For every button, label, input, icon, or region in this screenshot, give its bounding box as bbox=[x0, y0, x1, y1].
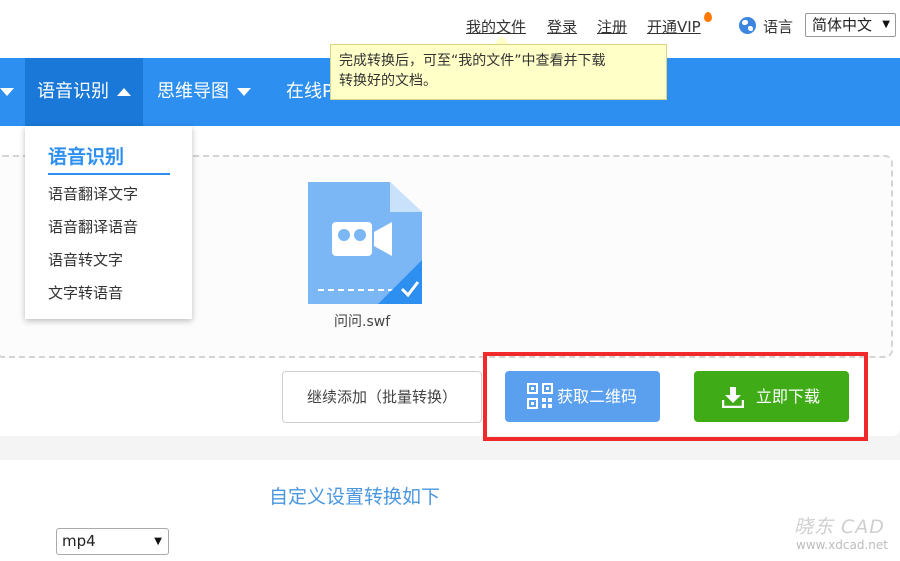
caret-down-icon bbox=[0, 88, 14, 96]
dropdown-item-text-to-speech[interactable]: 文字转语音 bbox=[48, 282, 123, 303]
vip-link[interactable]: 开通VIP bbox=[647, 16, 701, 37]
nav-prev-menu[interactable] bbox=[0, 58, 16, 126]
my-files-link[interactable]: 我的文件 bbox=[466, 16, 526, 37]
nav-item-label: 语音识别 bbox=[37, 81, 109, 102]
watermark-logo: 晓东 CAD bbox=[794, 516, 885, 538]
nav-item-label: 思维导图 bbox=[157, 81, 229, 102]
tooltip-line-2: 转换好的文档。 bbox=[339, 73, 437, 89]
video-file-icon bbox=[308, 182, 422, 304]
login-link[interactable]: 登录 bbox=[547, 16, 577, 37]
file-name: 问问.swf bbox=[334, 314, 391, 330]
output-format-select[interactable]: mp4 ▼ bbox=[56, 528, 169, 555]
dropdown-divider bbox=[48, 173, 170, 175]
my-files-tooltip: 完成转换后，可至“我的文件”中查看并下载 转换好的文档。 bbox=[330, 44, 667, 100]
nav-item-mind-map[interactable]: 思维导图 bbox=[157, 58, 251, 126]
download-button-label: 立即下载 bbox=[756, 387, 821, 406]
dropdown-title: 语音识别 bbox=[48, 146, 125, 168]
chevron-down-icon: ▼ bbox=[882, 19, 890, 30]
dropdown-item-speech-to-text[interactable]: 语音转文字 bbox=[48, 249, 123, 270]
caret-down-icon bbox=[237, 88, 251, 96]
qr-code-icon bbox=[527, 383, 553, 409]
qr-button-label: 获取二维码 bbox=[557, 387, 638, 406]
language-select-value: 简体中文 bbox=[812, 16, 873, 34]
get-qr-code-button[interactable]: 获取二维码 bbox=[505, 371, 660, 422]
nav-item-label: 在线P bbox=[286, 81, 333, 102]
settings-title: 自定义设置转换如下 bbox=[269, 486, 441, 508]
dropdown-item-speech-to-speech-translate[interactable]: 语音翻译语音 bbox=[48, 216, 138, 237]
nav-item-speech-recognition[interactable]: 语音识别 bbox=[25, 58, 143, 126]
watermark-url: www.xdcad.net bbox=[796, 538, 888, 552]
continue-add-button[interactable]: 继续添加（批量转换） bbox=[282, 371, 482, 423]
tooltip-pointer bbox=[494, 36, 510, 44]
register-link[interactable]: 注册 bbox=[597, 16, 627, 37]
language-label: 语言 bbox=[763, 18, 794, 36]
format-select-value: mp4 bbox=[62, 532, 96, 550]
language-select[interactable]: 简体中文 ▼ bbox=[805, 13, 896, 37]
download-icon bbox=[722, 387, 744, 408]
tooltip-line-1: 完成转换后，可至“我的文件”中查看并下载 bbox=[339, 53, 606, 69]
speech-recognition-dropdown: 语音识别 语音翻译文字 语音翻译语音 语音转文字 文字转语音 bbox=[25, 126, 192, 319]
download-now-button[interactable]: 立即下载 bbox=[694, 371, 849, 422]
dropdown-item-speech-to-text-translate[interactable]: 语音翻译文字 bbox=[48, 183, 138, 204]
caret-up-icon bbox=[117, 88, 131, 96]
fire-icon bbox=[704, 12, 712, 22]
chevron-down-icon: ▼ bbox=[154, 536, 162, 547]
nav-item-online[interactable]: 在线P bbox=[286, 58, 333, 126]
globe-icon bbox=[739, 17, 756, 34]
